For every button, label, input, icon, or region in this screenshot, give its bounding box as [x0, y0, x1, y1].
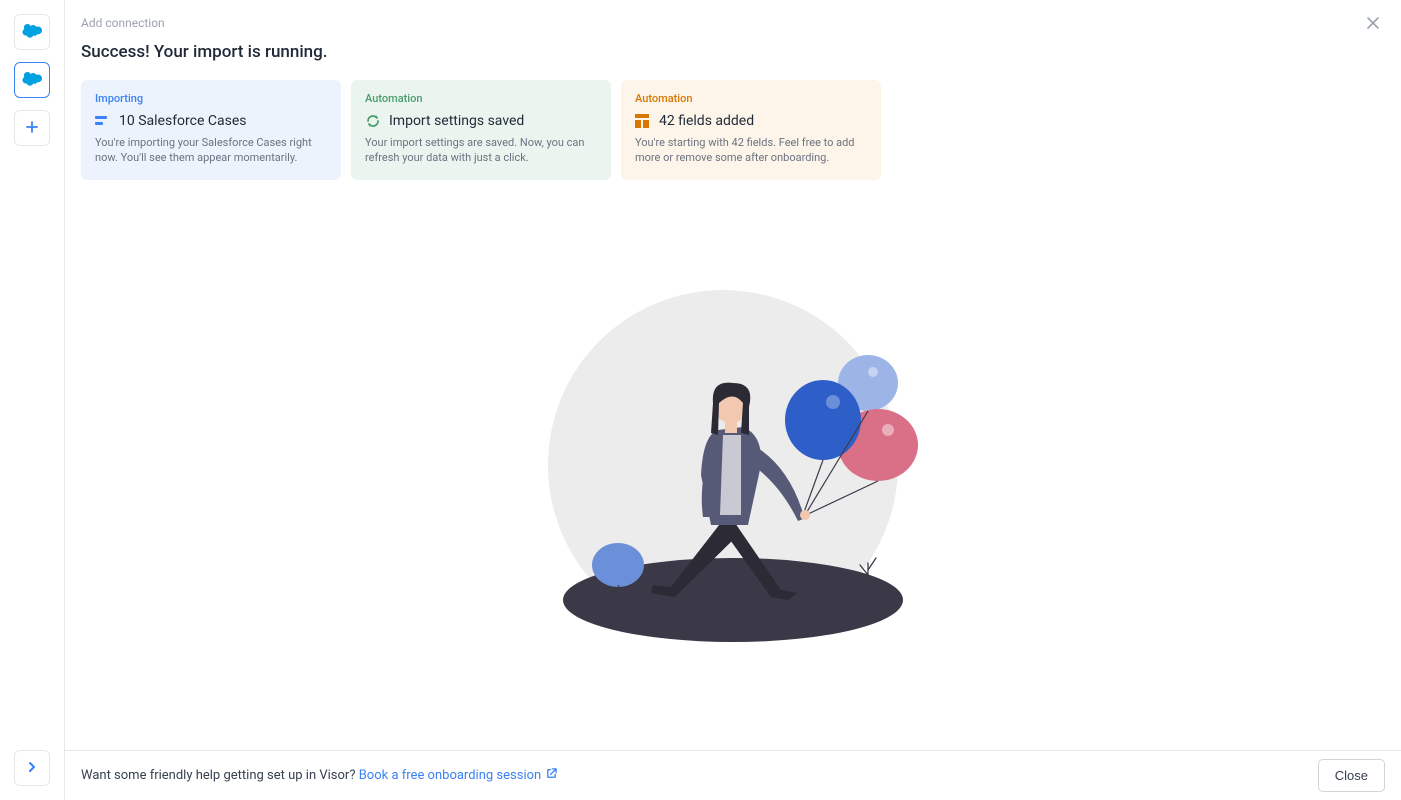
close-icon[interactable] — [1365, 14, 1381, 34]
header-label: Add connection — [81, 16, 1385, 30]
sidebar-add-connection[interactable] — [14, 110, 50, 146]
external-link-icon — [545, 767, 558, 784]
card-desc: You're importing your Salesforce Cases r… — [95, 135, 327, 166]
footer-help-text: Want some friendly help getting set up i… — [81, 768, 359, 783]
import-icon — [95, 113, 111, 129]
salesforce-icon — [22, 71, 42, 90]
card-tag: Importing — [95, 92, 327, 105]
sidebar — [0, 0, 65, 800]
card-title: 42 fields added — [659, 113, 754, 129]
card-desc: Your import settings are saved. Now, you… — [365, 135, 597, 166]
close-button[interactable]: Close — [1318, 759, 1385, 792]
card-importing: Importing 10 Salesforce Cases You're imp… — [81, 80, 341, 180]
card-title: 10 Salesforce Cases — [119, 113, 246, 129]
footer-text: Want some friendly help getting set up i… — [81, 767, 558, 784]
card-settings-saved: Automation Import settings saved Your im… — [351, 80, 611, 180]
refresh-icon — [365, 113, 381, 129]
chevron-right-icon — [25, 759, 39, 778]
onboarding-link[interactable]: Book a free onboarding session — [359, 768, 559, 783]
card-title: Import settings saved — [389, 113, 524, 129]
plus-icon — [25, 119, 39, 138]
sidebar-connection-1[interactable] — [14, 14, 50, 50]
header: Add connection Success! Your import is r… — [65, 0, 1401, 72]
illustration — [65, 180, 1401, 750]
sidebar-expand[interactable] — [14, 750, 50, 786]
status-cards: Importing 10 Salesforce Cases You're imp… — [65, 72, 1401, 180]
card-tag: Automation — [635, 92, 867, 105]
page-title: Success! Your import is running. — [81, 42, 1385, 62]
footer: Want some friendly help getting set up i… — [65, 750, 1401, 800]
main-panel: Add connection Success! Your import is r… — [65, 0, 1401, 800]
salesforce-icon — [22, 23, 42, 42]
card-desc: You're starting with 42 fields. Feel fre… — [635, 135, 867, 166]
fields-icon — [635, 113, 651, 129]
card-fields-added: Automation 42 fields added You're starti… — [621, 80, 881, 180]
sidebar-connection-2[interactable] — [14, 62, 50, 98]
card-tag: Automation — [365, 92, 597, 105]
